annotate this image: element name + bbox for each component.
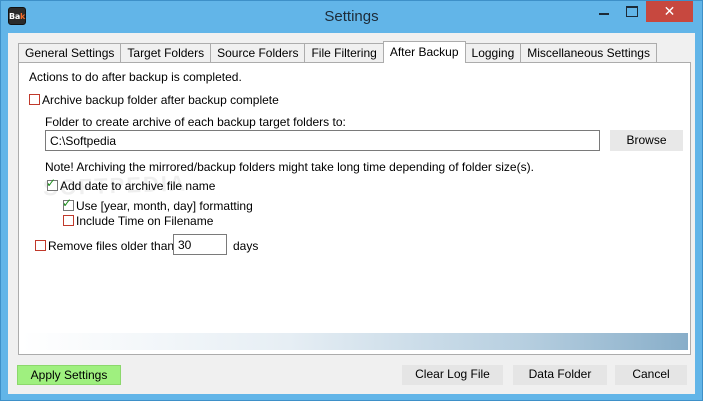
folder-prompt: Folder to create archive of each backup … (45, 115, 346, 129)
tab-logging[interactable]: Logging (464, 43, 522, 63)
progress-bar (22, 333, 688, 350)
tab-strip: General Settings Target Folders Source F… (18, 41, 657, 63)
remove-files-label: Remove files older than (48, 239, 175, 253)
archive-checkbox-label: Archive backup folder after backup compl… (42, 93, 279, 107)
archive-checkbox[interactable] (29, 94, 40, 105)
maximize-button[interactable] (618, 1, 644, 21)
remove-files-option[interactable]: Remove files older than (35, 239, 174, 253)
tab-file-filtering[interactable]: File Filtering (304, 43, 384, 63)
archive-option[interactable]: Archive backup folder after backup compl… (29, 93, 279, 107)
clear-log-file-button[interactable]: Clear Log File (402, 365, 503, 385)
close-button[interactable]: ✕ (646, 1, 693, 22)
use-format-checkbox[interactable] (62, 196, 74, 211)
settings-window: Ba k Settings ✕ General Settings Target F… (0, 0, 703, 401)
tab-source-folders[interactable]: Source Folders (210, 43, 306, 63)
tab-target-folders[interactable]: Target Folders (120, 43, 212, 63)
after-backup-panel: SOFTPEDIA Actions to do after backup is … (18, 62, 691, 355)
days-label: days (233, 239, 259, 253)
add-date-option[interactable]: Add date to archive file name (46, 176, 216, 193)
apply-settings-button[interactable]: Apply Settings (17, 365, 121, 385)
include-time-option[interactable]: Include Time on Filename (63, 214, 213, 228)
add-date-checkbox[interactable] (46, 176, 58, 191)
browse-button[interactable]: Browse (610, 130, 683, 151)
remove-files-checkbox[interactable] (35, 240, 46, 251)
section-heading: Actions to do after backup is completed. (29, 70, 242, 84)
dialog-client-area: General Settings Target Folders Source F… (8, 33, 695, 394)
tab-general-settings[interactable]: General Settings (18, 43, 122, 63)
use-format-label: Use [year, month, day] formatting (76, 199, 253, 213)
tab-after-backup[interactable]: After Backup (382, 41, 466, 63)
close-icon: ✕ (663, 3, 676, 19)
archive-note: Note! Archiving the mirrored/backup fold… (45, 160, 534, 174)
minimize-button[interactable] (591, 1, 617, 21)
title-bar[interactable]: Ba k Settings ✕ (1, 1, 702, 33)
data-folder-button[interactable]: Data Folder (513, 365, 607, 385)
use-format-option[interactable]: Use [year, month, day] formatting (62, 196, 253, 213)
include-time-label: Include Time on Filename (76, 214, 214, 228)
include-time-checkbox[interactable] (63, 215, 74, 226)
archive-folder-input[interactable] (45, 130, 600, 151)
remove-days-input[interactable] (173, 234, 227, 255)
tab-miscellaneous-settings[interactable]: Miscellaneous Settings (520, 43, 657, 63)
add-date-label: Add date to archive file name (60, 179, 216, 193)
cancel-button[interactable]: Cancel (615, 365, 687, 385)
